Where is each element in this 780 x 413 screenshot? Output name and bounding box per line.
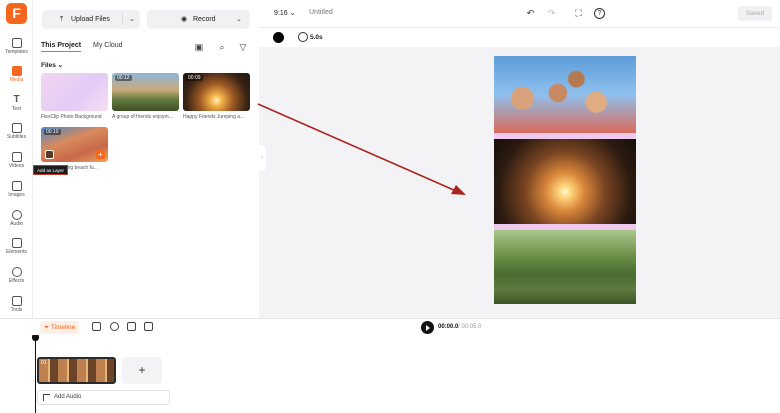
add-audio-label: Add Audio: [54, 394, 82, 400]
delete-icon[interactable]: [144, 322, 153, 331]
music-note-icon: [43, 394, 50, 401]
timeline-label: Timeline: [50, 324, 76, 331]
split-icon[interactable]: [92, 322, 101, 331]
timeline-toolbar: ⏷ Timeline 00:00.0 / 00:05.0: [0, 318, 780, 335]
clip-filmstrip: [39, 359, 114, 382]
timeline-toggle-button[interactable]: ⏷ Timeline: [40, 321, 80, 334]
add-scene-button[interactable]: +: [122, 357, 162, 384]
clip-number: 01: [41, 360, 47, 366]
duplicate-icon[interactable]: [127, 322, 136, 331]
playhead-handle[interactable]: [32, 335, 39, 341]
current-time: 00:00.0: [438, 324, 459, 330]
play-button[interactable]: [421, 321, 434, 334]
total-time: / 00:05.0: [458, 324, 482, 330]
timeline-clip[interactable]: 01: [37, 357, 116, 384]
timeline-icon: ⏷: [44, 324, 51, 331]
playhead[interactable]: [35, 336, 36, 413]
add-audio-button[interactable]: Add Audio: [37, 390, 170, 405]
trim-icon[interactable]: [110, 322, 119, 331]
